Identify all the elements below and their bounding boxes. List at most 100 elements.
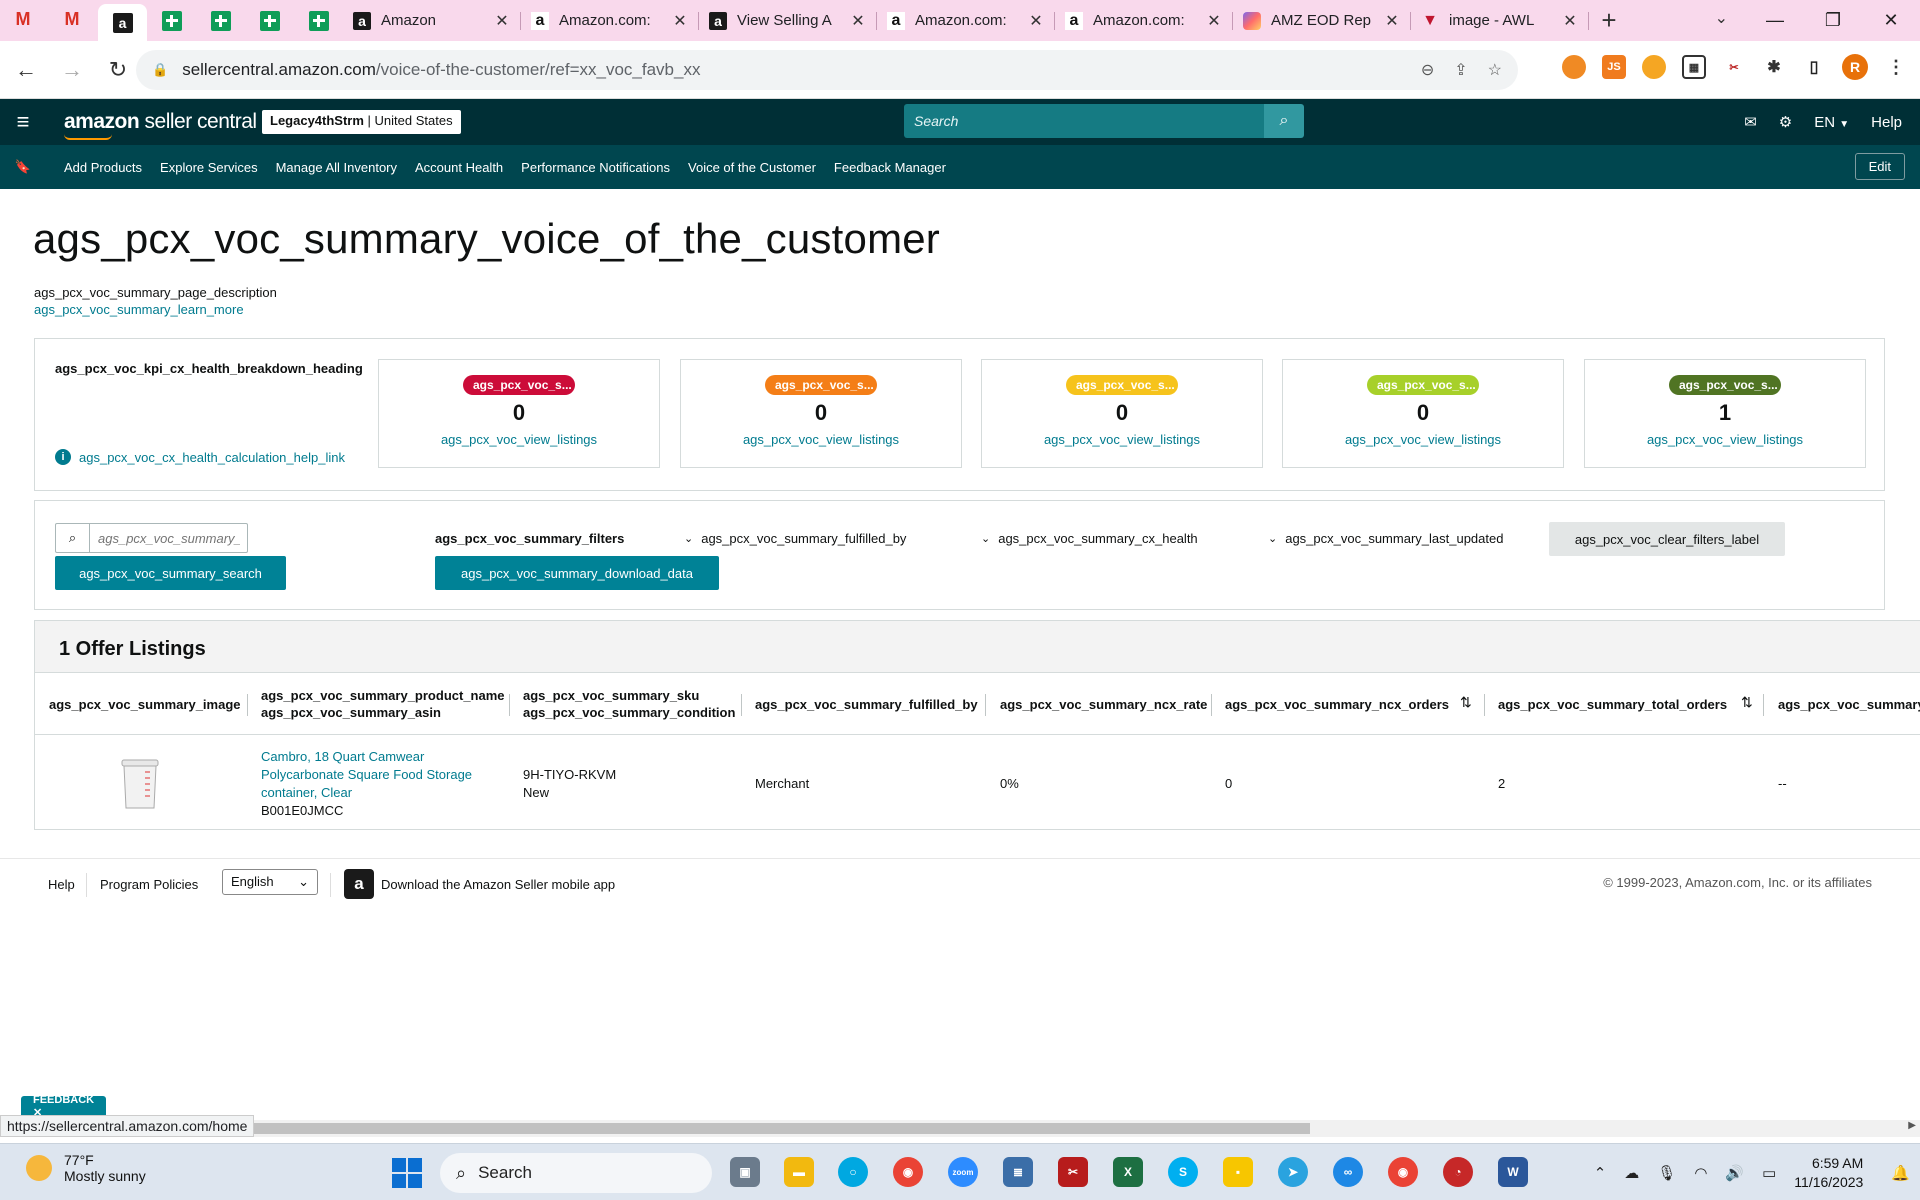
nav-manage-all-inventory[interactable]: Manage All Inventory xyxy=(276,160,397,175)
nav-voice-of-the-customer[interactable]: Voice of the Customer xyxy=(688,160,816,175)
cx-health-dropdown[interactable]: ⌄ ags_pcx_voc_summary_cx_health xyxy=(981,531,1198,546)
profile-avatar[interactable]: R xyxy=(1842,54,1868,80)
telegram-icon[interactable]: ➤ xyxy=(1278,1157,1308,1187)
browser-tab[interactable]: AMZ EOD Rep ✕ xyxy=(1233,0,1411,41)
close-icon[interactable]: ✕ xyxy=(493,11,511,31)
puzzle-extensions-icon[interactable]: ✱ xyxy=(1762,55,1786,79)
lock-icon[interactable]: 🔒 xyxy=(152,62,168,78)
col-ncx-orders[interactable]: ags_pcx_voc_summary_ncx_orders xyxy=(1225,673,1449,735)
sticky-notes-icon[interactable]: ▪ xyxy=(1223,1157,1253,1187)
taskbar-search[interactable]: ⌕ Search xyxy=(440,1153,712,1193)
seller-search-input[interactable]: Search xyxy=(904,104,1264,138)
battery-icon[interactable]: ▭ xyxy=(1762,1164,1776,1182)
tab-search-chevron-icon[interactable]: ⌄ xyxy=(1715,8,1728,28)
product-name-link[interactable]: Cambro, 18 Quart Camwear Polycarbonate Sq… xyxy=(261,749,472,800)
browser-tab[interactable]: a Amazon ✕ xyxy=(343,0,521,41)
speedometer-app-icon[interactable]: ◔ xyxy=(1443,1157,1473,1187)
minimize-icon[interactable]: — xyxy=(1746,0,1804,41)
nav-account-health[interactable]: Account Health xyxy=(415,160,503,175)
skype-icon[interactable]: S xyxy=(1168,1157,1198,1187)
listing-search-input[interactable] xyxy=(90,530,240,546)
browser-tab[interactable]: a Amazon.com: ✕ xyxy=(877,0,1055,41)
footer-help-link[interactable]: Help xyxy=(48,877,75,892)
close-icon[interactable]: ✕ xyxy=(671,11,689,31)
nav-explore-services[interactable]: Explore Services xyxy=(160,160,258,175)
browser-tab[interactable]: a Amazon.com: ✕ xyxy=(521,0,699,41)
tray-chevron-up-icon[interactable]: ⌃ xyxy=(1594,1164,1607,1182)
nav-add-products[interactable]: Add Products xyxy=(64,160,142,175)
nav-feedback-manager[interactable]: Feedback Manager xyxy=(834,160,946,175)
close-icon[interactable]: ✕ xyxy=(1561,11,1579,31)
browser-menu-icon[interactable]: ⋮ xyxy=(1884,55,1908,79)
microphone-icon[interactable]: 🎙 xyxy=(1657,1164,1676,1182)
view-listings-link[interactable]: ags_pcx_voc_view_listings xyxy=(1283,432,1563,447)
gear-icon[interactable]: ⚙ xyxy=(1779,113,1792,131)
file-explorer-icon[interactable]: ▬ xyxy=(784,1157,814,1187)
clear-filters-button[interactable]: ags_pcx_voc_clear_filters_label xyxy=(1549,522,1785,556)
bookmark-star-icon[interactable]: ☆ xyxy=(1488,60,1502,80)
address-bar[interactable]: 🔒 sellercentral.amazon.com/voice-of-the-… xyxy=(136,50,1518,90)
windows-start-icon[interactable] xyxy=(392,1158,422,1188)
pinned-tab-sheets-1[interactable] xyxy=(147,0,196,41)
close-icon[interactable]: ✕ xyxy=(1027,11,1045,31)
forward-arrow-icon[interactable]: → xyxy=(52,50,92,90)
notepad-icon[interactable]: ≣ xyxy=(1003,1157,1033,1187)
browser-tab[interactable]: ▼ image - AWL ✕ xyxy=(1411,0,1589,41)
side-panel-icon[interactable]: ▯ xyxy=(1802,55,1826,79)
pinned-tab-gmail[interactable] xyxy=(0,0,49,41)
download-data-button[interactable]: ags_pcx_voc_summary_download_data xyxy=(435,556,719,590)
pinned-tab-sheets-4[interactable] xyxy=(294,0,343,41)
alexa-icon[interactable]: ○ xyxy=(838,1157,868,1187)
chrome-profile-icon[interactable]: ◉ xyxy=(1388,1157,1418,1187)
edit-nav-button[interactable]: Edit xyxy=(1854,153,1905,180)
extension-orange-icon[interactable] xyxy=(1562,55,1586,79)
download-app-link[interactable]: Download the Amazon Seller mobile app xyxy=(381,877,615,892)
bookmark-icon[interactable]: 🔖 xyxy=(0,159,46,175)
honey-extension-icon[interactable] xyxy=(1642,55,1666,79)
seller-central-logo[interactable]: amazon seller central xyxy=(64,110,257,140)
extension-helper-icon[interactable]: ✂ xyxy=(1722,55,1746,79)
cx-health-help-link[interactable]: i ags_pcx_voc_cx_health_calculation_help… xyxy=(55,449,345,465)
help-link[interactable]: Help xyxy=(1871,114,1902,131)
nav-performance-notifications[interactable]: Performance Notifications xyxy=(521,160,670,175)
notification-bell-icon[interactable]: 🔔 xyxy=(1891,1164,1910,1182)
nextcloud-icon[interactable]: ∞ xyxy=(1333,1157,1363,1187)
close-icon[interactable]: ✕ xyxy=(1383,11,1401,31)
col-total-orders[interactable]: ags_pcx_voc_summary_total_orders xyxy=(1498,673,1727,735)
close-icon[interactable]: ✕ xyxy=(849,11,867,31)
word-icon[interactable]: W xyxy=(1498,1157,1528,1187)
window-close-icon[interactable]: ✕ xyxy=(1862,0,1920,41)
product-image[interactable] xyxy=(119,756,161,810)
reload-icon[interactable]: ↻ xyxy=(98,50,138,90)
hamburger-menu-icon[interactable]: ≡ xyxy=(0,109,46,135)
pinned-tab-gmail-2[interactable] xyxy=(49,0,98,41)
task-view-icon[interactable]: ▣ xyxy=(730,1157,760,1187)
close-icon[interactable]: ✕ xyxy=(1205,11,1223,31)
share-icon[interactable]: ⇪ xyxy=(1454,60,1467,80)
snipping-tool-icon[interactable]: ✂ xyxy=(1058,1157,1088,1187)
zoom-icon[interactable]: zoom xyxy=(948,1157,978,1187)
program-policies-link[interactable]: Program Policies xyxy=(100,877,198,892)
pinned-tab-sheets-2[interactable] xyxy=(196,0,245,41)
pinned-tab-amazon-active[interactable]: a xyxy=(98,4,147,41)
view-listings-link[interactable]: ags_pcx_voc_view_listings xyxy=(1585,432,1865,447)
zoom-out-icon[interactable]: ⊖ xyxy=(1421,60,1434,80)
sort-icon[interactable]: ⇅ xyxy=(1460,694,1472,711)
js-extension-icon[interactable]: JS xyxy=(1602,55,1626,79)
mail-icon[interactable]: ✉ xyxy=(1744,113,1757,131)
excel-icon[interactable]: X xyxy=(1113,1157,1143,1187)
amazon-app-icon[interactable]: a xyxy=(344,869,374,899)
footer-language-select[interactable]: English ⌄ xyxy=(222,869,318,895)
search-icon[interactable]: ⌕ xyxy=(1264,104,1304,138)
new-tab-button[interactable]: + xyxy=(1589,5,1629,36)
chrome-icon[interactable]: ◉ xyxy=(893,1157,923,1187)
system-clock[interactable]: 6:59 AM 11/16/2023 xyxy=(1794,1154,1863,1192)
learn-more-link[interactable]: ags_pcx_voc_summary_learn_more xyxy=(34,302,244,317)
view-listings-link[interactable]: ags_pcx_voc_view_listings xyxy=(379,432,659,447)
wifi-icon[interactable]: ◠ xyxy=(1694,1164,1707,1182)
onedrive-cloud-icon[interactable]: ☁ xyxy=(1624,1164,1639,1182)
feedback-tab[interactable]: FEEDBACK ✕ xyxy=(21,1094,106,1119)
pinned-tab-sheets-3[interactable] xyxy=(245,0,294,41)
back-arrow-icon[interactable]: ← xyxy=(6,50,46,90)
view-listings-link[interactable]: ags_pcx_voc_view_listings xyxy=(982,432,1262,447)
